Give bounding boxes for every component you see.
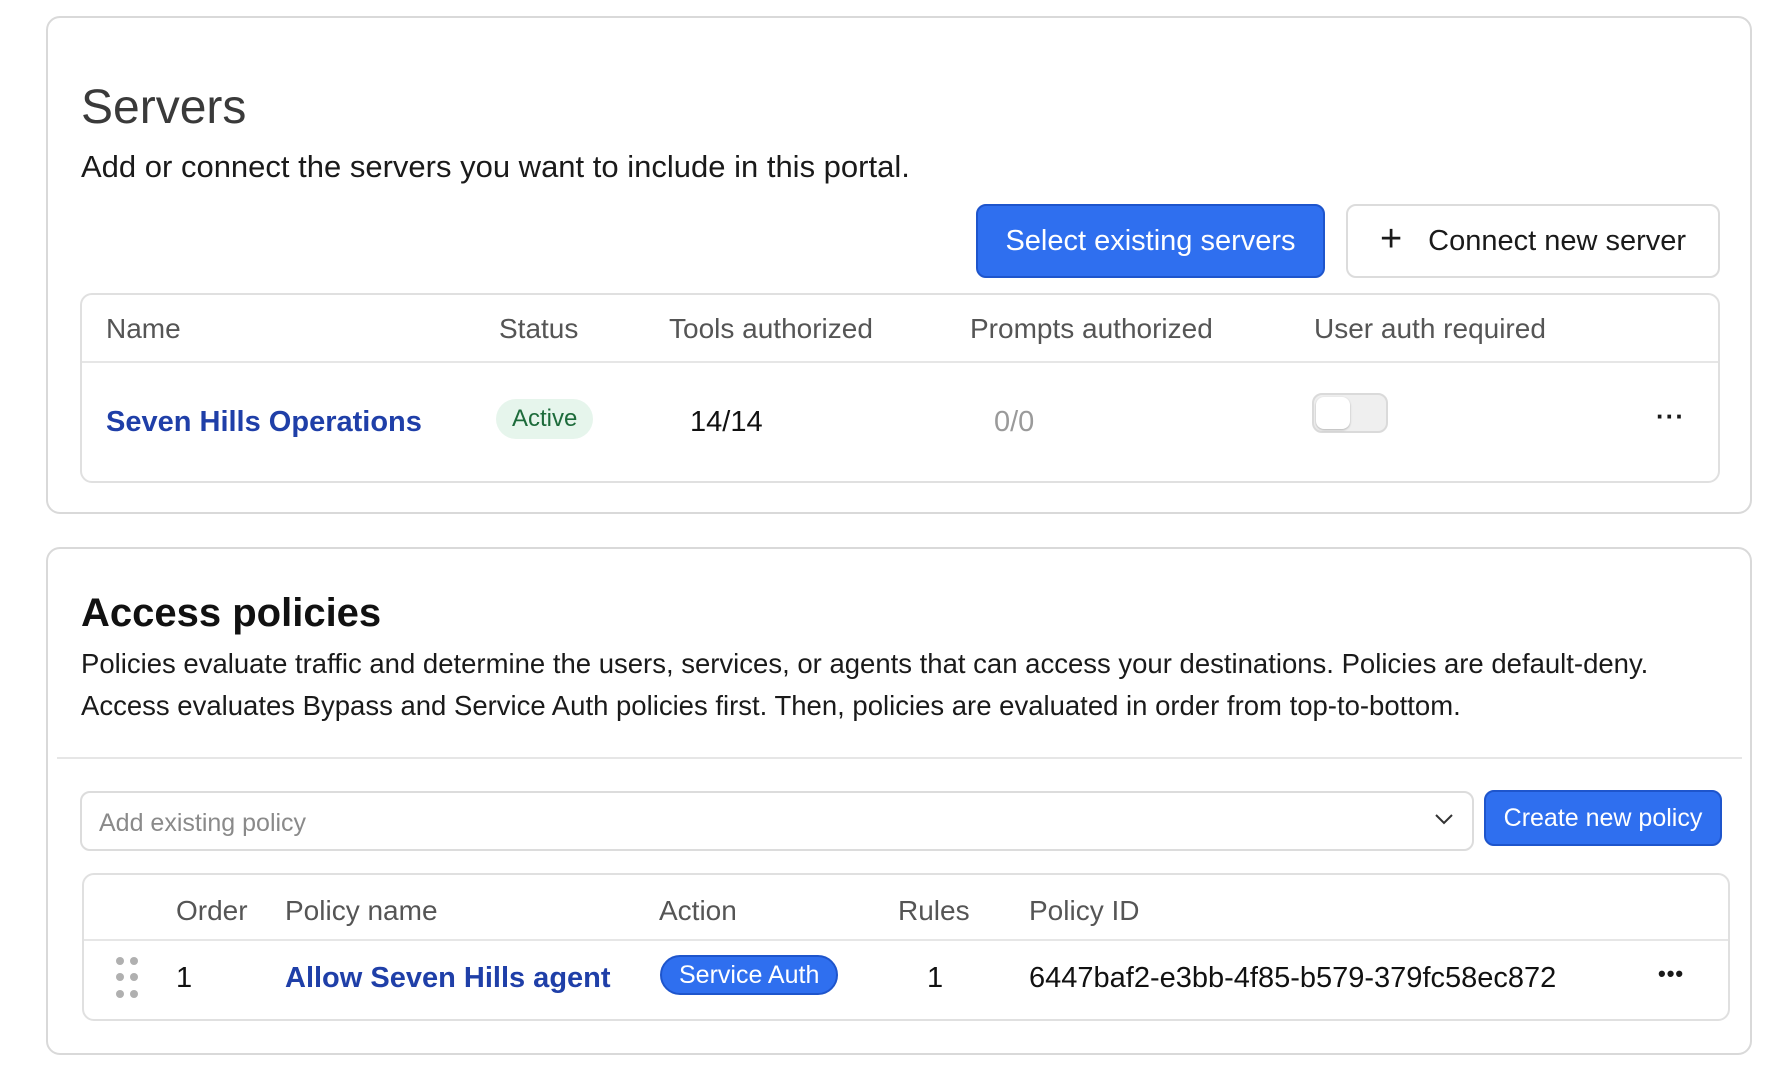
user-auth-required-toggle[interactable]	[1312, 393, 1388, 433]
row-actions-menu-icon[interactable]: ···	[1656, 403, 1685, 429]
server-name-link[interactable]: Seven Hills Operations	[106, 408, 422, 437]
connect-new-server-button[interactable]: + Connect new server	[1346, 204, 1720, 278]
servers-subtitle: Add or connect the servers you want to i…	[81, 149, 910, 184]
policies-table-header: Order Policy name Action Rules Policy ID	[84, 875, 1728, 941]
policy-rules-value: 1	[927, 962, 944, 994]
servers-title: Servers	[81, 81, 247, 134]
add-existing-policy-select[interactable]: Add existing policy	[80, 791, 1474, 851]
status-badge: Active	[496, 399, 594, 439]
servers-card: Servers Add or connect the servers you w…	[46, 16, 1752, 514]
column-header-action: Action	[659, 895, 737, 926]
plus-icon: +	[1379, 218, 1403, 260]
prompts-authorized-value: 0/0	[994, 406, 1035, 438]
column-header-status: Status	[499, 313, 579, 344]
action-badge: Service Auth	[660, 955, 839, 995]
policy-order-value: 1	[176, 962, 193, 994]
policy-id-value: 6447baf2-e3bb-4f85-b579-379fc58ec872	[1029, 962, 1557, 994]
policy-name-link[interactable]: Allow Seven Hills agent	[285, 964, 611, 993]
add-existing-policy-placeholder: Add existing policy	[99, 809, 307, 837]
row-actions-menu-icon[interactable]: •••	[1658, 963, 1684, 985]
tools-authorized-value: 14/14	[690, 406, 763, 438]
divider	[57, 757, 1742, 759]
policies-table: Order Policy name Action Rules Policy ID…	[82, 873, 1730, 1021]
connect-new-server-label: Connect new server	[1428, 224, 1687, 257]
select-existing-servers-button[interactable]: Select existing servers	[976, 204, 1325, 278]
chevron-down-icon	[1435, 814, 1453, 825]
column-header-order: Order	[176, 895, 248, 926]
access-policies-card: Access policies Policies evaluate traffi…	[46, 547, 1752, 1055]
servers-table-header: Name Status Tools authorized Prompts aut…	[82, 295, 1718, 363]
access-policies-title: Access policies	[81, 591, 382, 635]
column-header-user-auth-required: User auth required	[1314, 313, 1546, 344]
column-header-rules: Rules	[898, 895, 970, 926]
create-new-policy-button[interactable]: Create new policy	[1484, 790, 1722, 846]
column-header-tools-authorized: Tools authorized	[669, 313, 873, 344]
column-header-name: Name	[106, 313, 181, 344]
toggle-knob	[1316, 397, 1350, 429]
column-header-policy-name: Policy name	[285, 895, 438, 926]
column-header-policy-id: Policy ID	[1029, 895, 1140, 926]
servers-table: Name Status Tools authorized Prompts aut…	[80, 293, 1720, 483]
drag-handle-icon[interactable]	[116, 957, 138, 999]
column-header-prompts-authorized: Prompts authorized	[970, 313, 1213, 344]
access-policies-description: Policies evaluate traffic and determine …	[81, 648, 1649, 721]
